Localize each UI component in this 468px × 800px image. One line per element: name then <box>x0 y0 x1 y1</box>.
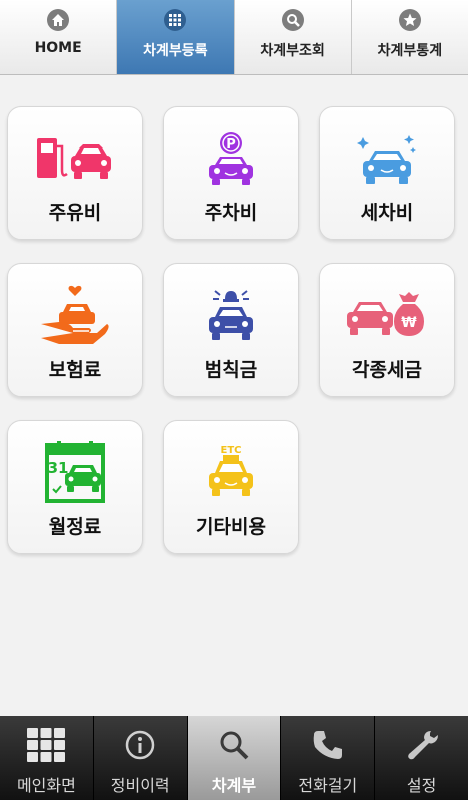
nav-label: 전화걸기 <box>298 776 358 795</box>
category-label: 월정료 <box>48 516 102 538</box>
svg-text:P: P <box>226 137 236 152</box>
top-tab-bar: HOME 차계부등록 차계부조회 차계부통계 <box>0 0 468 75</box>
nav-label: 정비이력 <box>110 776 170 795</box>
tab-lookup-label: 차계부조회 <box>260 43 325 59</box>
category-fine-button[interactable]: 범칙금 <box>163 263 299 397</box>
nav-main-screen[interactable]: 메인화면 <box>0 716 94 800</box>
svg-text:₩: ₩ <box>401 315 417 331</box>
grid-icon <box>164 9 187 31</box>
category-label: 세차비 <box>360 202 414 224</box>
category-label: 각종세금 <box>352 359 422 381</box>
category-label: 주차비 <box>204 202 258 224</box>
search-icon <box>219 728 249 762</box>
category-label: 보험료 <box>48 359 102 381</box>
tab-statistics-label: 차계부통계 <box>377 43 443 59</box>
parking-car-icon: P <box>209 132 253 185</box>
tab-statistics[interactable]: 차계부통계 <box>352 0 468 74</box>
nav-car-ledger[interactable]: 차계부 <box>187 716 282 800</box>
police-car-icon <box>209 290 253 340</box>
nav-label: 설정 <box>406 776 437 795</box>
nav-label: 메인화면 <box>16 776 76 795</box>
svg-text:31: 31 <box>48 459 69 477</box>
info-icon <box>125 728 155 762</box>
tax-money-bag-car-icon: ₩ <box>347 292 424 336</box>
category-monthly-fee-button[interactable]: 31 월정료 <box>7 420 143 554</box>
insurance-hand-car-icon <box>41 285 109 344</box>
nav-maintenance-history[interactable]: 정비이력 <box>94 716 188 800</box>
tab-register[interactable]: 차계부등록 <box>117 0 235 74</box>
tab-lookup[interactable]: 차계부조회 <box>235 0 352 74</box>
category-label: 범칙금 <box>204 359 258 381</box>
nav-label: 차계부 <box>211 776 257 795</box>
category-parking-button[interactable]: P 주차비 <box>163 106 299 240</box>
grid-menu-icon <box>27 728 66 762</box>
home-icon <box>47 9 70 31</box>
category-etc-button[interactable]: ETC 기타비용 <box>163 420 299 554</box>
category-carwash-button[interactable]: 세차비 <box>319 106 455 240</box>
tab-home[interactable]: HOME <box>0 0 118 74</box>
star-icon <box>398 9 421 31</box>
nav-call[interactable]: 전화걸기 <box>281 716 376 800</box>
category-insurance-button[interactable]: 보험료 <box>7 263 143 397</box>
fuel-pump-car-icon <box>37 138 111 179</box>
svg-text:ETC: ETC <box>221 445 242 456</box>
bottom-navigation-bar: 메인화면 정비이력 차계부 전화걸기 설정 <box>0 716 468 800</box>
phone-icon <box>312 728 344 762</box>
tab-home-label: HOME <box>34 40 82 56</box>
nav-settings[interactable]: 설정 <box>375 716 468 800</box>
calendar-car-icon: 31 <box>45 441 105 503</box>
wrench-icon <box>405 728 439 762</box>
car-wash-icon <box>357 135 416 184</box>
category-tax-button[interactable]: ₩ 각종세금 <box>319 263 455 397</box>
etc-car-icon: ETC <box>209 445 253 496</box>
tab-register-label: 차계부등록 <box>143 43 208 59</box>
category-fuel-button[interactable]: 주유비 <box>7 106 143 240</box>
search-icon <box>281 9 304 31</box>
category-label: 주유비 <box>48 202 102 224</box>
category-label: 기타비용 <box>196 516 266 538</box>
